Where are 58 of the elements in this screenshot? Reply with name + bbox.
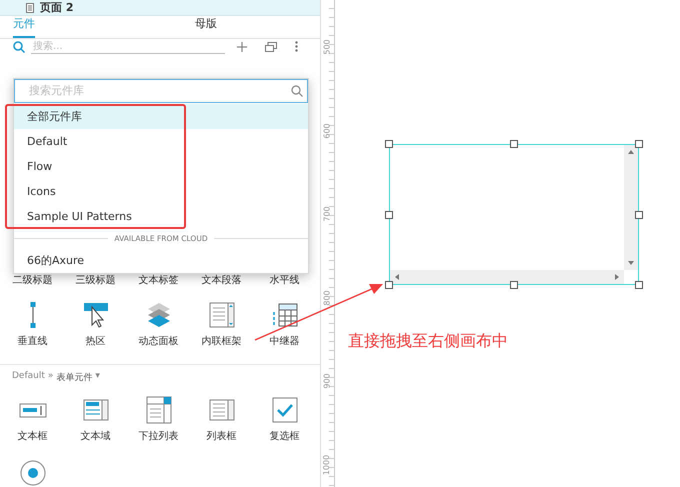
inline-frame-icon [208, 301, 236, 330]
widget-label: 水平线 [270, 274, 300, 288]
resize-handle[interactable] [385, 281, 393, 289]
breadcrumb-separator: » [48, 371, 54, 383]
library-option[interactable]: Default [14, 128, 308, 154]
checkbox-icon [270, 396, 298, 424]
widget-label: 中继器 [270, 334, 300, 348]
library-option[interactable]: 66的Axure [14, 248, 308, 273]
annotation-text: 直接拖拽至右侧画布中 [348, 331, 508, 352]
widget-label: 三级标题 [76, 274, 116, 288]
library-option[interactable]: Sample UI Patterns [14, 204, 308, 229]
add-icon[interactable] [237, 42, 247, 52]
copy-icon[interactable] [265, 42, 277, 52]
resize-handle[interactable] [510, 140, 518, 148]
widget-label: 文本段落 [202, 274, 242, 288]
panel-tab[interactable]: 母版 [195, 16, 217, 38]
widget-label: 动态面板 [138, 334, 178, 348]
widget-label: 列表框 [206, 430, 236, 443]
resize-handle[interactable] [385, 210, 393, 218]
widget-label: 热区 [86, 335, 106, 348]
resize-handle[interactable] [510, 281, 518, 289]
section-title[interactable]: 表单元件 [56, 371, 92, 384]
resize-handle[interactable] [385, 140, 393, 148]
page-list-item[interactable]: 页面 2 [0, 0, 320, 16]
dropdown-list-icon [144, 396, 172, 424]
ruler-label: 800 [322, 290, 332, 306]
search-icon [13, 40, 25, 53]
widget-label: 复选框 [270, 430, 300, 443]
library-name: Default [12, 371, 45, 383]
resize-handle[interactable] [635, 140, 643, 148]
widget-label: 文本标签 [138, 274, 178, 288]
vertical-line-icon [30, 301, 36, 330]
ruler-label: 500 [322, 39, 332, 55]
widget-label: 二级标题 [12, 274, 52, 288]
library-option[interactable]: 全部元件库 [14, 104, 308, 129]
search-icon [291, 84, 303, 97]
hotspot-icon [82, 301, 110, 330]
page-title: 页面 2 [40, 0, 74, 15]
resize-handle[interactable] [635, 210, 643, 218]
widget-label: 下拉列表 [138, 430, 178, 443]
horizontal-scrollbar[interactable] [390, 270, 624, 284]
search-field[interactable]: 搜索... [31, 40, 225, 54]
widget-label: 垂直线 [18, 334, 48, 348]
library-search-box[interactable]: 搜索元件库 [14, 79, 308, 103]
ruler-label: 600 [322, 122, 332, 138]
caret-icon[interactable]: ▾ [95, 371, 100, 384]
library-option[interactable]: Flow [14, 154, 308, 179]
vertical-scrollbar[interactable] [624, 145, 638, 270]
resize-handle[interactable] [635, 281, 643, 289]
ruler-label: 1000 [322, 454, 332, 475]
document-icon [26, 2, 34, 12]
ruler-label: 700 [322, 206, 332, 222]
widget-label: 文本框 [18, 430, 48, 443]
library-option[interactable]: Icons [14, 178, 308, 204]
widget-label: 内联框架 [202, 334, 242, 348]
ruler-label: 900 [322, 373, 332, 389]
widget-label: 文本域 [80, 430, 110, 443]
more-icon[interactable] [295, 41, 298, 52]
